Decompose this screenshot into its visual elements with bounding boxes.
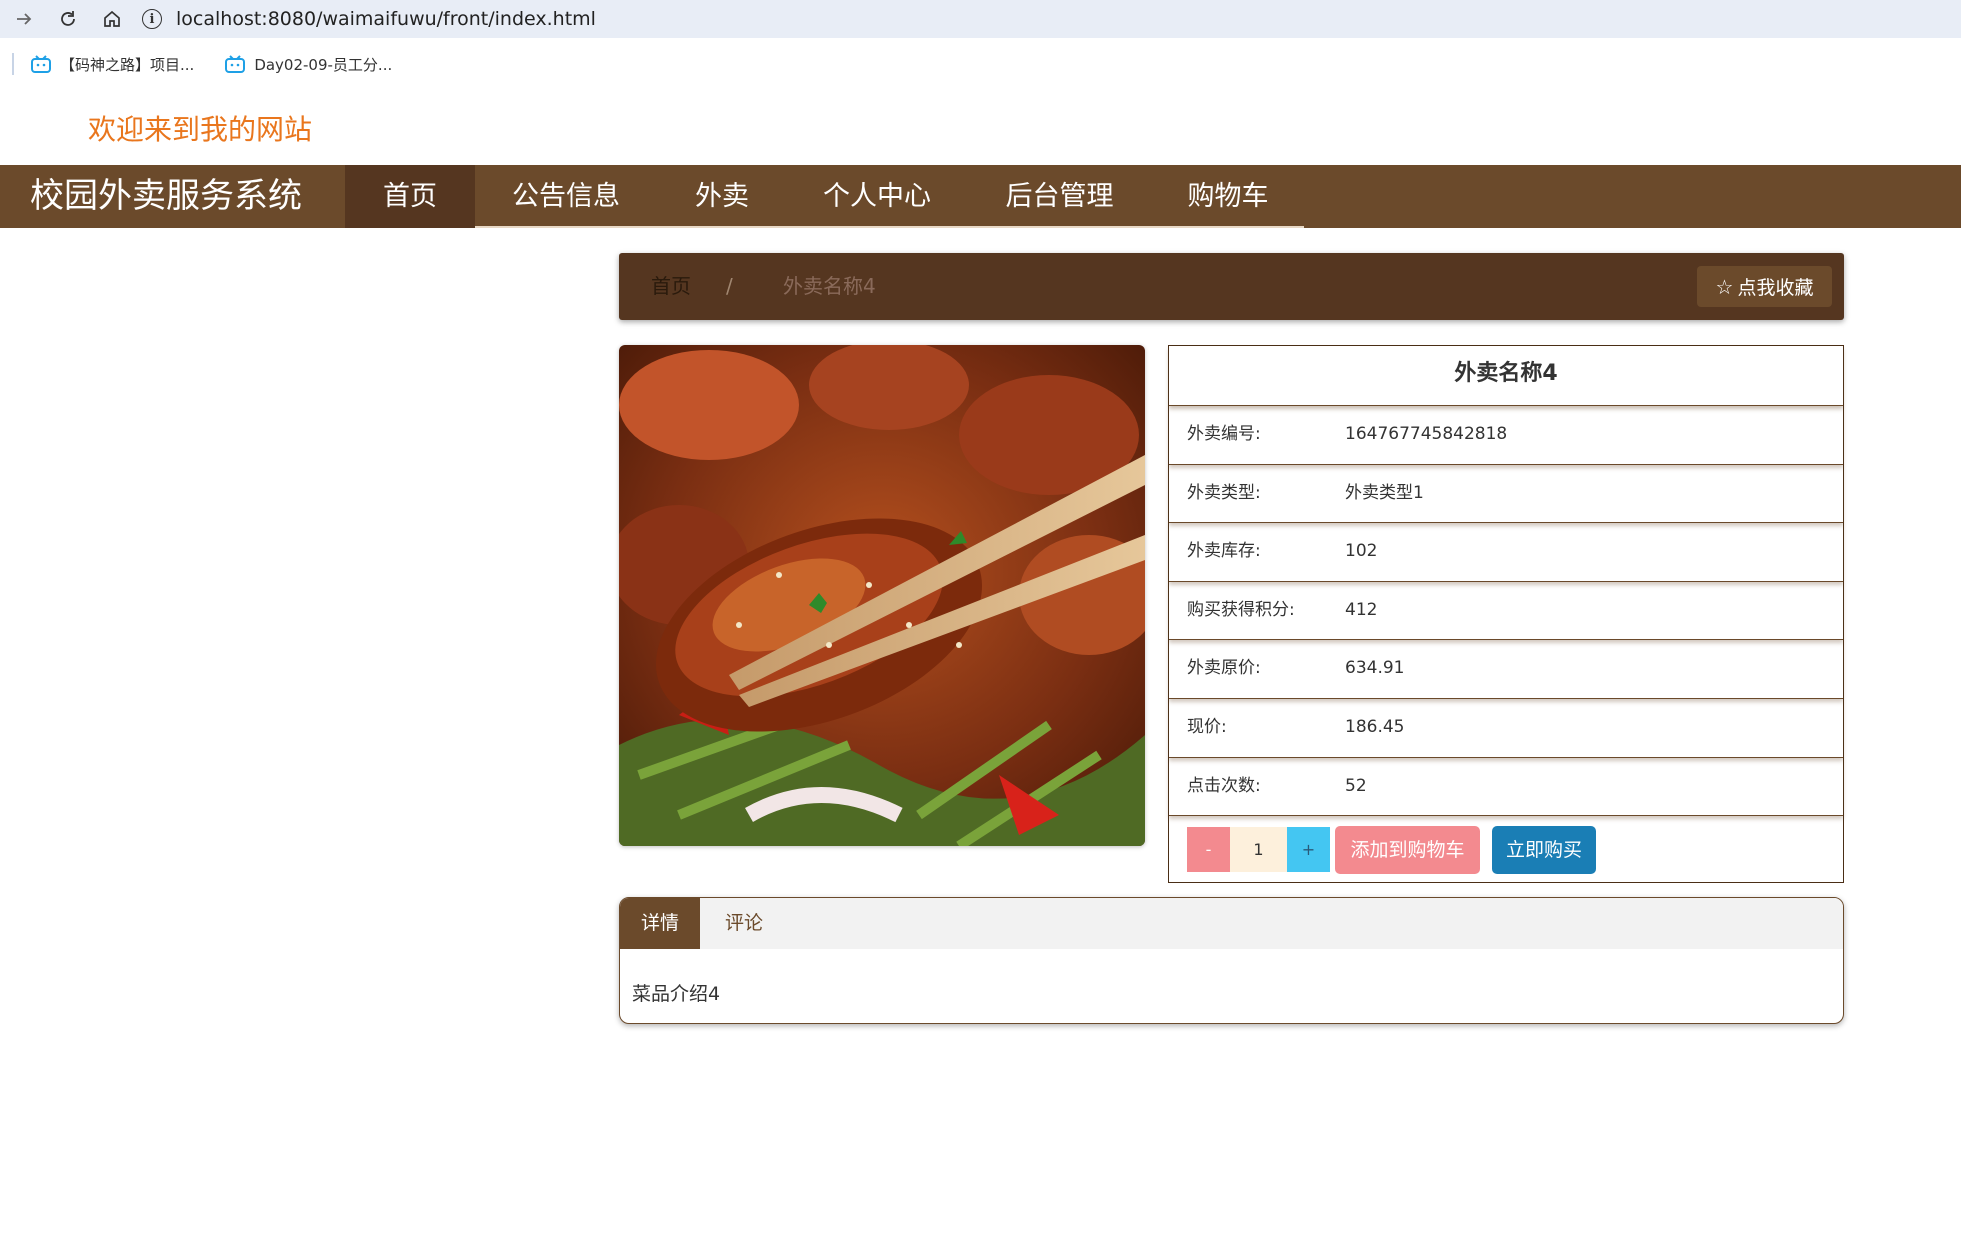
bookmarks-bar: 【码神之路】项目... Day02-09-员工分... <box>0 38 1961 90</box>
tab-content-text: 菜品介绍4 <box>632 983 721 1005</box>
info-row-stock: 外卖库存: 102 <box>1169 523 1843 582</box>
info-row-id: 外卖编号: 164767745842818 <box>1169 406 1843 465</box>
site-info-icon[interactable]: i <box>142 9 162 29</box>
info-label: 现价: <box>1187 716 1227 737</box>
product-title: 外卖名称4 <box>1169 346 1843 406</box>
nav-label: 外卖 <box>695 181 749 212</box>
buy-now-button[interactable]: 立即购买 <box>1492 826 1596 875</box>
reload-icon[interactable] <box>56 7 80 31</box>
info-label: 外卖库存: <box>1187 541 1261 562</box>
top-nav: 校园外卖服务系统 首页 公告信息 外卖 个人中心 后台管理 购物车 <box>0 165 1961 228</box>
info-label: 外卖编号: <box>1187 424 1261 444</box>
food-photo <box>619 345 1145 846</box>
info-row-points: 购买获得积分: 412 <box>1169 582 1843 641</box>
bookmark-item[interactable]: 【码神之路】项目... <box>30 54 194 75</box>
site-brand: 校园外卖服务系统 <box>30 176 302 216</box>
tab-bar: 详情 评论 <box>620 898 1843 949</box>
bilibili-icon <box>225 55 246 73</box>
nav-item-takeout[interactable]: 外卖 <box>657 165 787 228</box>
breadcrumb-separator: / <box>726 274 733 298</box>
quantity-input[interactable] <box>1230 827 1287 873</box>
bookmarks-divider <box>12 53 14 75</box>
favorite-button[interactable]: ☆ 点我收藏 <box>1697 266 1832 307</box>
nav-label: 公告信息 <box>512 181 620 212</box>
info-row-current-price: 现价: 186.45 <box>1169 699 1843 758</box>
nav-item-announcements[interactable]: 公告信息 <box>475 165 657 228</box>
info-row-clicks: 点击次数: 52 <box>1169 758 1843 817</box>
nav-label: 购物车 <box>1187 181 1269 212</box>
breadcrumb-home[interactable]: 首页 <box>651 253 691 320</box>
product-image <box>619 345 1145 846</box>
nav-underline <box>657 226 787 228</box>
url-text[interactable]: localhost:8080/waimaifuwu/front/index.ht… <box>176 8 596 30</box>
nav-label: 个人中心 <box>823 181 931 212</box>
welcome-text: 欢迎来到我的网站 <box>88 113 313 146</box>
quantity-increment-button[interactable]: + <box>1287 827 1330 873</box>
info-label: 购买获得积分: <box>1187 599 1295 620</box>
product-info: 外卖名称4 外卖编号: 164767745842818 外卖类型: 外卖类型1 … <box>1168 345 1844 883</box>
favorite-label: 点我收藏 <box>1737 277 1814 299</box>
breadcrumb-current: 外卖名称4 <box>783 274 876 298</box>
tab-comments[interactable]: 评论 <box>700 898 788 949</box>
nav-item-cart[interactable]: 购物车 <box>1152 165 1304 228</box>
add-to-cart-button[interactable]: 添加到购物车 <box>1335 826 1480 875</box>
bookmark-label: Day02-09-员工分... <box>254 55 393 74</box>
nav-underline <box>967 226 1152 228</box>
info-value: 52 <box>1345 775 1367 796</box>
nav-underline <box>787 226 967 228</box>
info-value: 634.91 <box>1345 658 1405 679</box>
quantity-decrement-button[interactable]: - <box>1187 827 1230 873</box>
info-value: 164767745842818 <box>1345 424 1508 444</box>
info-label: 外卖原价: <box>1187 658 1261 679</box>
detail-tabs: 详情 评论 菜品介绍4 <box>619 897 1844 1024</box>
browser-toolbar: i localhost:8080/waimaifuwu/front/index.… <box>0 0 1961 38</box>
info-value: 102 <box>1345 541 1378 562</box>
info-row-original-price: 外卖原价: 634.91 <box>1169 640 1843 699</box>
info-value: 外卖类型1 <box>1345 482 1424 503</box>
forward-icon[interactable] <box>12 7 36 31</box>
address-bar[interactable]: i localhost:8080/waimaifuwu/front/index.… <box>142 0 596 38</box>
info-value: 412 <box>1345 599 1378 620</box>
nav-label: 首页 <box>383 181 437 212</box>
nav-item-home[interactable]: 首页 <box>345 165 475 228</box>
nav-underline <box>1152 226 1304 228</box>
purchase-actions: - + 添加到购物车 立即购买 <box>1169 816 1843 882</box>
bookmark-label: 【码神之路】项目... <box>60 55 195 74</box>
nav-item-profile[interactable]: 个人中心 <box>787 165 967 228</box>
star-outline-icon: ☆ <box>1715 274 1734 299</box>
bookmark-item[interactable]: Day02-09-员工分... <box>224 54 392 75</box>
nav-item-admin[interactable]: 后台管理 <box>967 165 1152 228</box>
nav-underline <box>475 226 657 228</box>
home-icon[interactable] <box>100 7 124 31</box>
tab-details[interactable]: 详情 <box>620 898 700 949</box>
breadcrumb: 首页 / 外卖名称4 ☆ 点我收藏 <box>619 253 1844 320</box>
nav-label: 后台管理 <box>1005 181 1114 212</box>
info-label: 外卖类型: <box>1187 482 1261 503</box>
bilibili-icon <box>31 55 51 73</box>
info-label: 点击次数: <box>1187 775 1261 796</box>
info-row-type: 外卖类型: 外卖类型1 <box>1169 465 1843 524</box>
info-value: 186.45 <box>1345 716 1405 737</box>
